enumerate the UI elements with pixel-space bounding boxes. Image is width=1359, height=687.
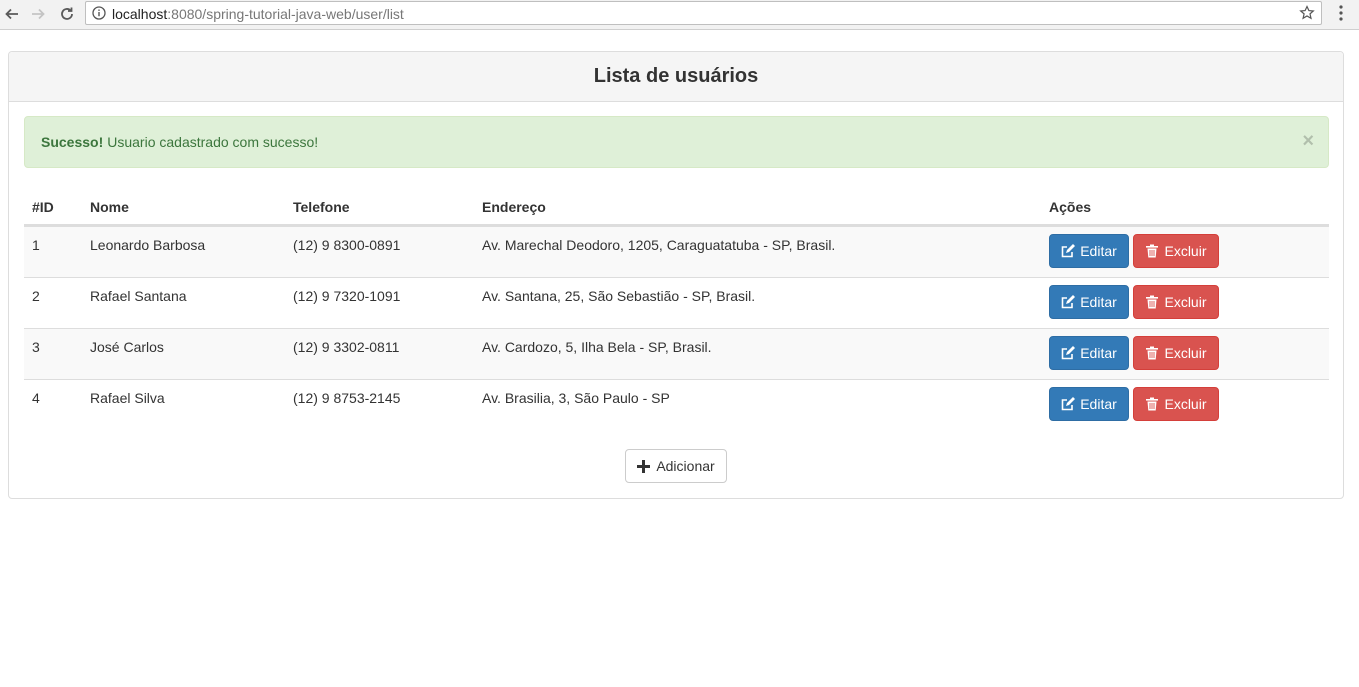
url-path: :8080/spring-tutorial-java-web/user/list — [167, 6, 404, 22]
edit-label: Editar — [1080, 294, 1117, 310]
table-row: 1 Leonardo Barbosa (12) 9 8300-0891 Av. … — [24, 226, 1329, 277]
back-arrow-icon — [5, 8, 18, 20]
forward-button[interactable] — [27, 3, 49, 25]
row-actions: Editar Excluir — [1049, 336, 1219, 370]
url-text[interactable]: localhost:8080/spring-tutorial-java-web/… — [112, 6, 404, 22]
trash-icon — [1146, 346, 1159, 360]
table-row: 2 Rafael Santana (12) 9 7320-1091 Av. Sa… — [24, 277, 1329, 328]
bookmark-star-icon[interactable] — [1299, 5, 1315, 21]
edit-label: Editar — [1080, 243, 1117, 259]
panel-heading: Lista de usuários — [9, 52, 1343, 102]
header-phone: Telefone — [293, 199, 350, 215]
delete-button[interactable]: Excluir — [1133, 336, 1219, 370]
url-host: localhost — [112, 6, 168, 22]
edit-icon — [1061, 244, 1076, 258]
forward-arrow-icon — [32, 8, 45, 20]
row-phone: (12) 9 3302-0811 — [293, 339, 400, 355]
delete-button[interactable]: Excluir — [1133, 234, 1219, 268]
row-name: Rafael Silva — [90, 390, 165, 406]
header-name: Nome — [90, 199, 129, 215]
edit-button[interactable]: Editar — [1049, 387, 1129, 421]
delete-label: Excluir — [1164, 396, 1207, 412]
page-title: Lista de usuários — [593, 65, 759, 87]
alert-strong: Sucesso! — [41, 134, 104, 150]
delete-label: Excluir — [1164, 345, 1207, 361]
edit-icon — [1061, 295, 1076, 309]
row-name: Leonardo Barbosa — [90, 237, 206, 253]
browser-toolbar: localhost:8080/spring-tutorial-java-web/… — [0, 0, 1359, 30]
reload-button[interactable] — [56, 3, 78, 25]
add-button[interactable]: Adicionar — [625, 449, 727, 483]
edit-label: Editar — [1080, 345, 1117, 361]
row-address: Av. Cardozo, 5, Ilha Bela - SP, Brasil. — [482, 339, 712, 355]
delete-button[interactable]: Excluir — [1133, 285, 1219, 319]
row-id: 4 — [32, 390, 40, 406]
address-bar[interactable]: localhost:8080/spring-tutorial-java-web/… — [85, 1, 1322, 25]
alert-message: Usuario cadastrado com sucesso! — [107, 134, 319, 150]
edit-button[interactable]: Editar — [1049, 336, 1129, 370]
delete-label: Excluir — [1164, 243, 1207, 259]
row-name: Rafael Santana — [90, 288, 187, 304]
trash-icon — [1146, 244, 1159, 258]
table-row: 3 José Carlos (12) 9 3302-0811 Av. Cardo… — [24, 328, 1329, 379]
success-alert: Sucesso! Usuario cadastrado com sucesso!… — [24, 116, 1329, 168]
reload-icon — [61, 7, 73, 20]
row-address: Av. Marechal Deodoro, 1205, Caraguatatub… — [482, 237, 836, 253]
row-actions: Editar Excluir — [1049, 387, 1219, 421]
row-actions: Editar Excluir — [1049, 234, 1219, 268]
row-id: 2 — [32, 288, 40, 304]
header-id: #ID — [32, 199, 54, 215]
table-row: 4 Rafael Silva (12) 9 8753-2145 Av. Bras… — [24, 379, 1329, 430]
edit-icon — [1061, 346, 1076, 360]
edit-button[interactable]: Editar — [1049, 234, 1129, 268]
alert-close-button[interactable]: × — [1302, 131, 1314, 151]
table-header: #ID Nome Telefone Endereço Ações — [24, 189, 1329, 226]
trash-icon — [1146, 397, 1159, 411]
edit-label: Editar — [1080, 396, 1117, 412]
row-actions: Editar Excluir — [1049, 285, 1219, 319]
row-address: Av. Brasilia, 3, São Paulo - SP — [482, 390, 670, 406]
edit-button[interactable]: Editar — [1049, 285, 1129, 319]
plus-icon — [637, 459, 651, 473]
info-icon[interactable] — [92, 6, 106, 20]
more-menu-icon[interactable] — [1333, 4, 1349, 22]
row-id: 3 — [32, 339, 40, 355]
row-phone: (12) 9 7320-1091 — [293, 288, 401, 304]
header-actions: Ações — [1049, 199, 1092, 215]
users-table: #ID Nome Telefone Endereço Ações 1 Leona… — [24, 189, 1329, 430]
trash-icon — [1146, 295, 1159, 309]
edit-icon — [1061, 397, 1076, 411]
back-button[interactable] — [1, 3, 23, 25]
delete-label: Excluir — [1164, 294, 1207, 310]
users-panel: Lista de usuários Sucesso! Usuario cadas… — [8, 51, 1344, 499]
row-id: 1 — [32, 237, 40, 253]
row-phone: (12) 9 8753-2145 — [293, 390, 401, 406]
row-name: José Carlos — [90, 339, 164, 355]
delete-button[interactable]: Excluir — [1133, 387, 1219, 421]
row-phone: (12) 9 8300-0891 — [293, 237, 401, 253]
header-address: Endereço — [482, 199, 546, 215]
row-address: Av. Santana, 25, São Sebastião - SP, Bra… — [482, 288, 756, 304]
add-label: Adicionar — [656, 458, 715, 474]
